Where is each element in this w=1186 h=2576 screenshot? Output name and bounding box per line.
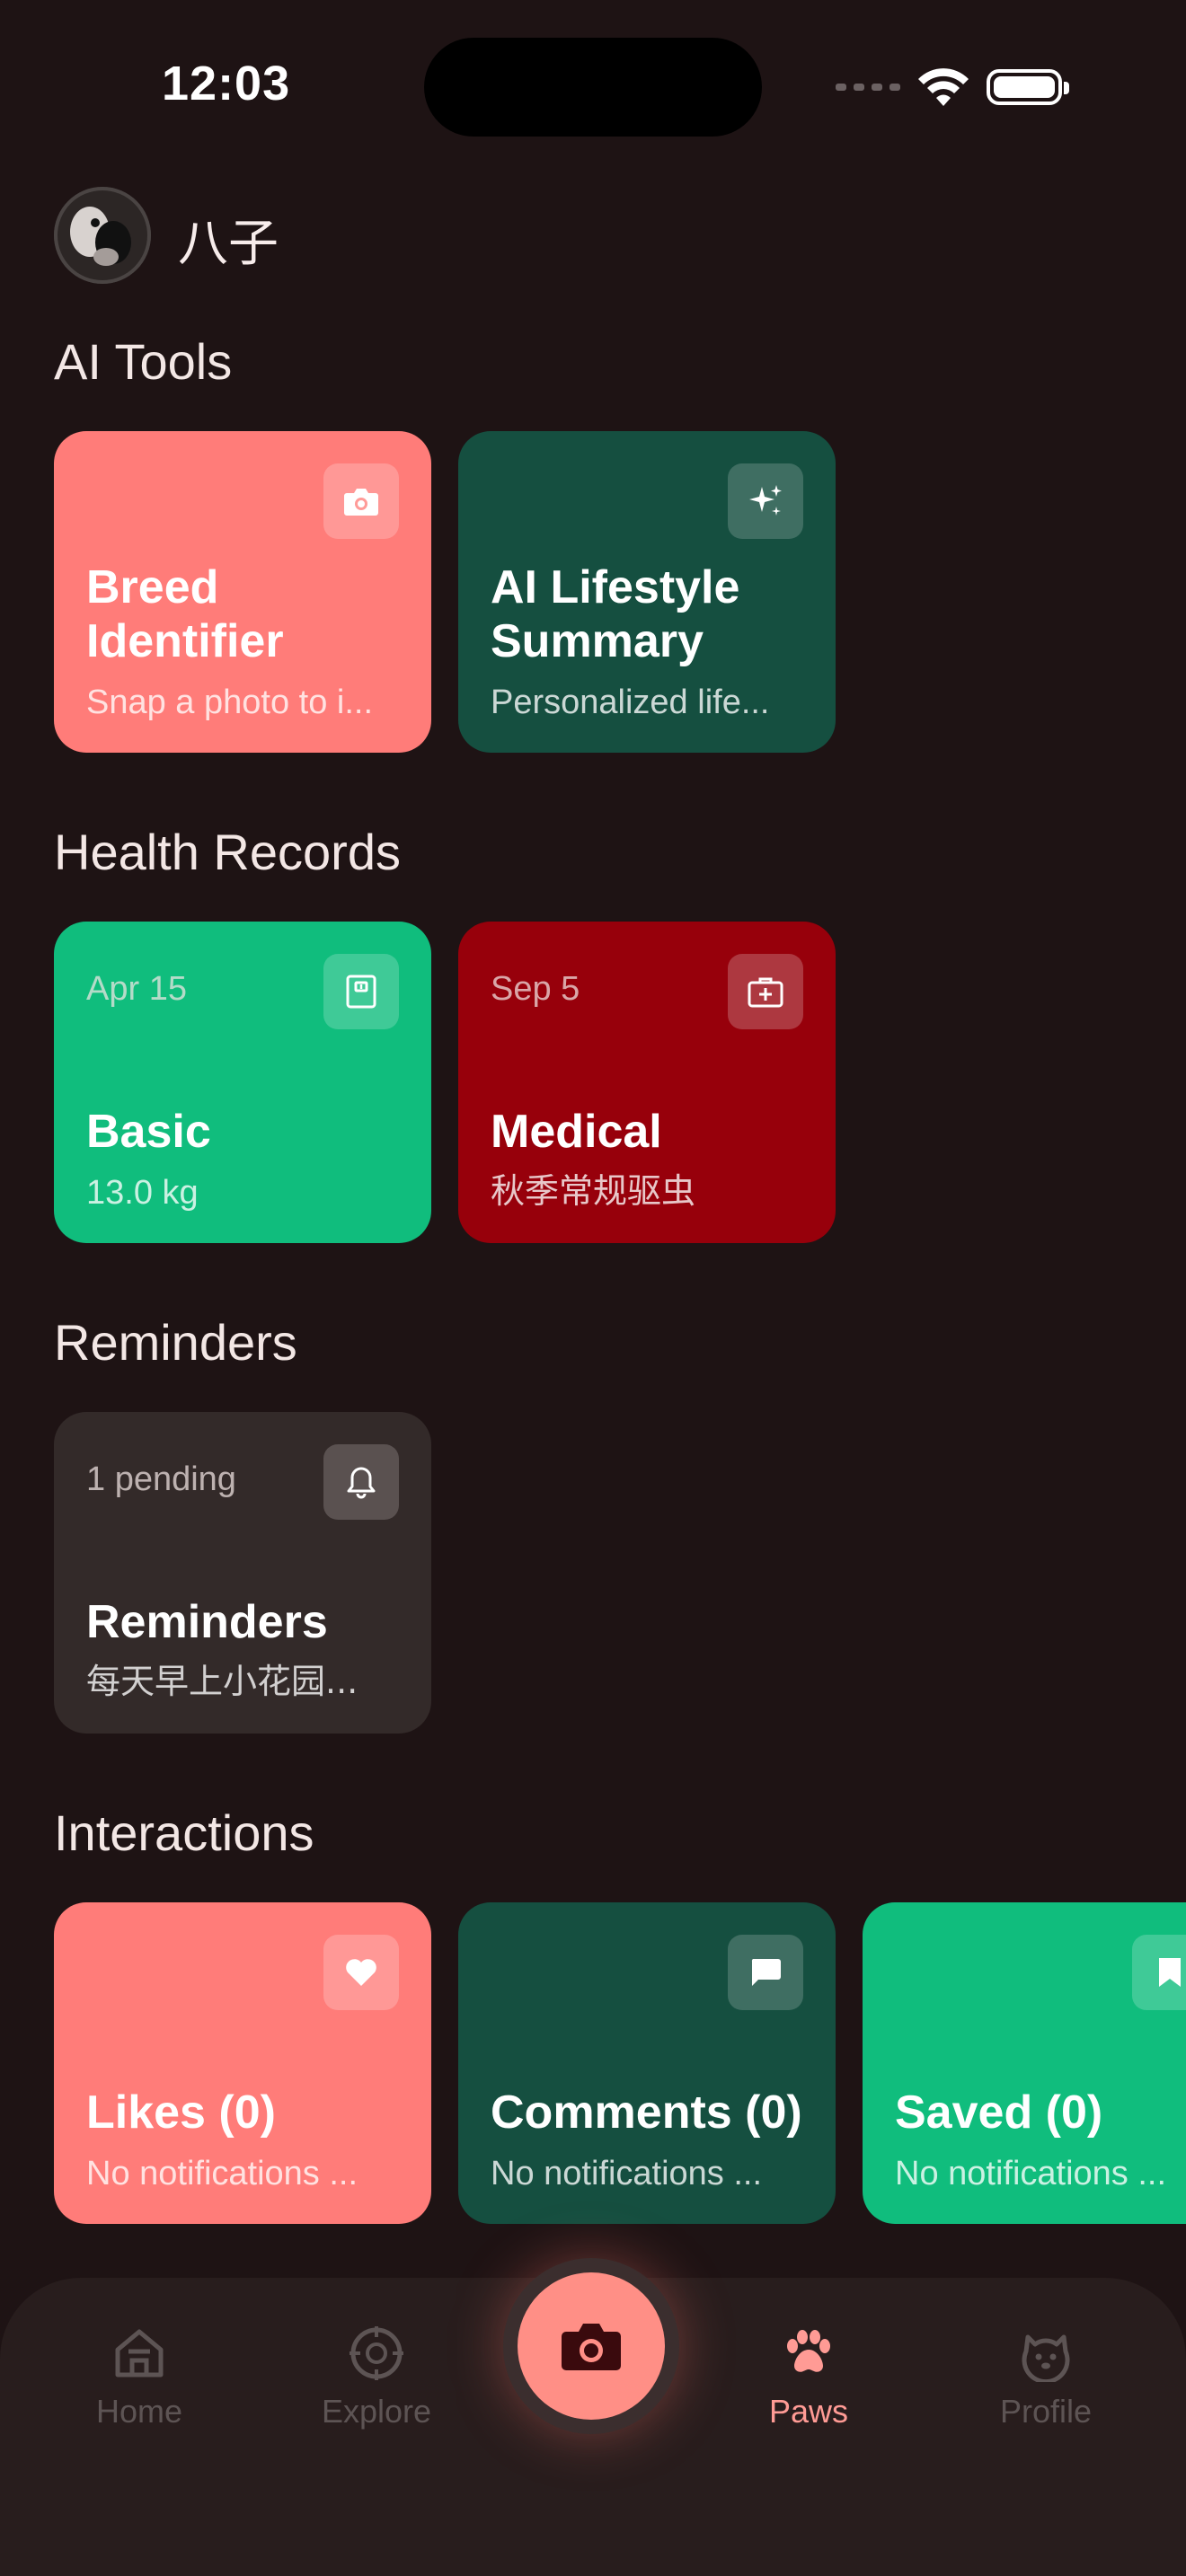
card-subtitle: No notifications ...	[86, 2155, 358, 2192]
card-subtitle: Personalized life...	[491, 684, 770, 721]
section-title-reminders: Reminders	[54, 1314, 297, 1371]
card-title: Medical	[491, 1106, 662, 1158]
camera-icon	[323, 463, 399, 539]
wifi-icon	[918, 68, 969, 106]
pet-name[interactable]: 八子	[178, 203, 279, 276]
card-date: Sep 5	[491, 970, 580, 1008]
status-time: 12:03	[162, 57, 291, 110]
sparkles-icon	[728, 463, 803, 539]
camera-fab-button[interactable]	[518, 2272, 665, 2420]
nav-explore[interactable]: Explore	[278, 2325, 475, 2430]
card-date: Apr 15	[86, 970, 187, 1008]
heart-icon	[323, 1935, 399, 2010]
comments-card[interactable]: Comments (0) No notifications ...	[458, 1902, 836, 2224]
nav-label: Explore	[321, 2393, 432, 2430]
card-title: Comments (0)	[491, 2086, 802, 2139]
bell-icon	[323, 1444, 399, 1520]
nav-label: Home	[95, 2393, 183, 2430]
medical-kit-icon	[728, 954, 803, 1029]
section-title-ai-tools: AI Tools	[54, 333, 233, 390]
saved-card[interactable]: Saved (0) No notifications ...	[863, 1902, 1186, 2224]
breed-identifier-card[interactable]: Breed Identifier Snap a photo to i...	[54, 431, 431, 753]
compass-icon	[350, 2326, 403, 2380]
card-title: AI Lifestyle Summary	[491, 561, 740, 667]
card-subtitle: Snap a photo to i...	[86, 684, 374, 721]
pending-count: 1 pending	[86, 1460, 236, 1498]
pet-avatar[interactable]	[54, 187, 151, 284]
likes-card[interactable]: Likes (0) No notifications ...	[54, 1902, 431, 2224]
bookmark-icon	[1132, 1935, 1186, 2010]
section-title-interactions: Interactions	[54, 1804, 314, 1861]
ai-lifestyle-summary-card[interactable]: AI Lifestyle Summary Personalized life..…	[458, 431, 836, 753]
home-icon	[115, 2329, 164, 2378]
nav-home[interactable]: Home	[40, 2325, 238, 2430]
dog-face-icon	[1022, 2334, 1070, 2382]
scale-icon	[323, 954, 399, 1029]
status-indicators	[836, 63, 1069, 111]
paw-icon	[787, 2330, 830, 2372]
nav-profile[interactable]: Profile	[947, 2325, 1145, 2430]
reminders-card[interactable]: 1 pending Reminders 每天早上小花园...	[54, 1412, 431, 1734]
card-title: Likes (0)	[86, 2086, 276, 2139]
comment-icon	[728, 1935, 803, 2010]
card-subtitle: No notifications ...	[491, 2155, 763, 2192]
basic-record-card[interactable]: Apr 15 Basic 13.0 kg	[54, 922, 431, 1243]
card-title: Saved (0)	[895, 2086, 1103, 2139]
section-title-health-records: Health Records	[54, 824, 401, 880]
cellular-signal-icon	[836, 84, 900, 91]
card-subtitle: 13.0 kg	[86, 1174, 199, 1212]
card-subtitle: No notifications ...	[895, 2155, 1167, 2192]
card-title: Reminders	[86, 1596, 328, 1648]
nav-label: Profile	[999, 2393, 1093, 2430]
card-title: Basic	[86, 1106, 211, 1158]
card-subtitle: 每天早上小花园...	[86, 1662, 358, 1701]
dynamic-island	[424, 38, 762, 137]
battery-icon	[987, 69, 1069, 105]
nav-paws[interactable]: Paws	[710, 2325, 907, 2430]
card-subtitle: 秋季常规驱虫	[491, 1171, 696, 1211]
nav-label: Paws	[768, 2393, 849, 2430]
medical-record-card[interactable]: Sep 5 Medical 秋季常规驱虫	[458, 922, 836, 1243]
camera-icon	[562, 2324, 621, 2370]
card-title: Breed Identifier	[86, 561, 284, 667]
